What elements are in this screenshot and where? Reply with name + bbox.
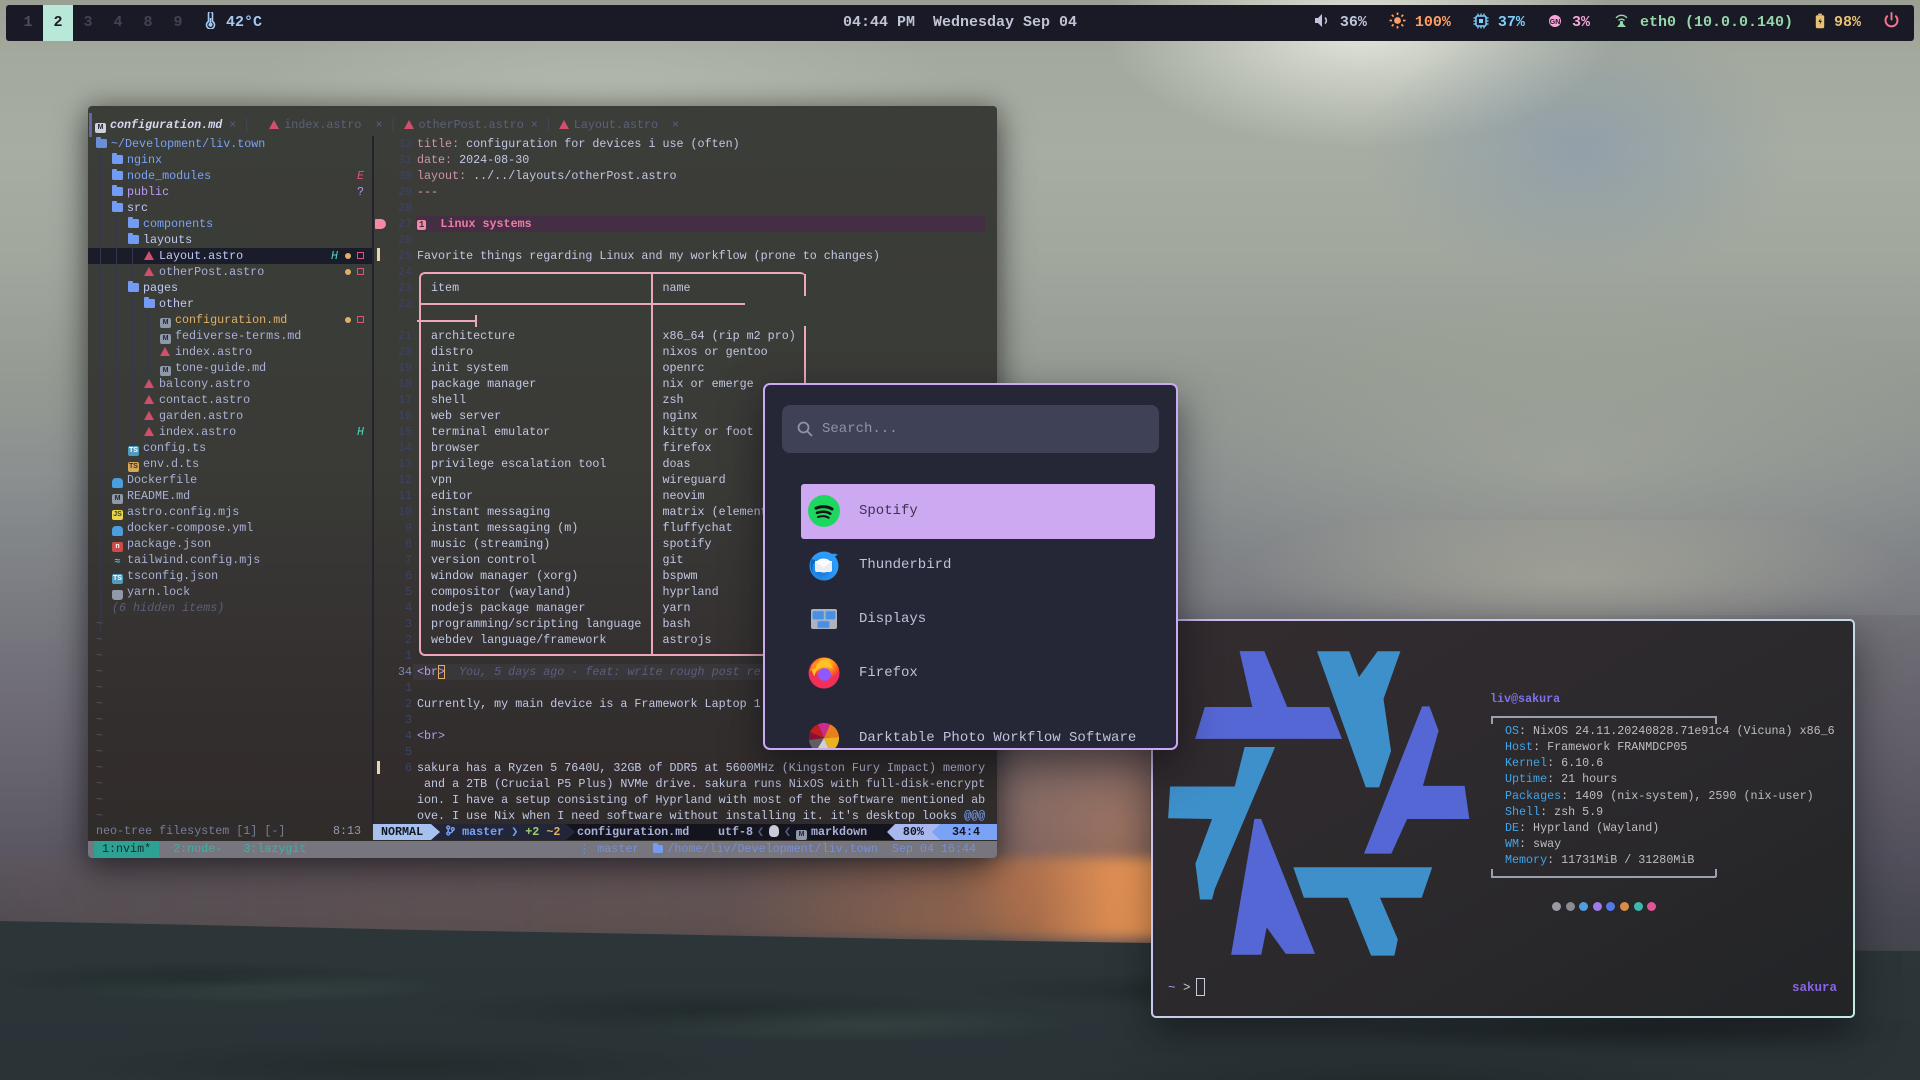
svg-text:GN: GN [1550,18,1561,25]
